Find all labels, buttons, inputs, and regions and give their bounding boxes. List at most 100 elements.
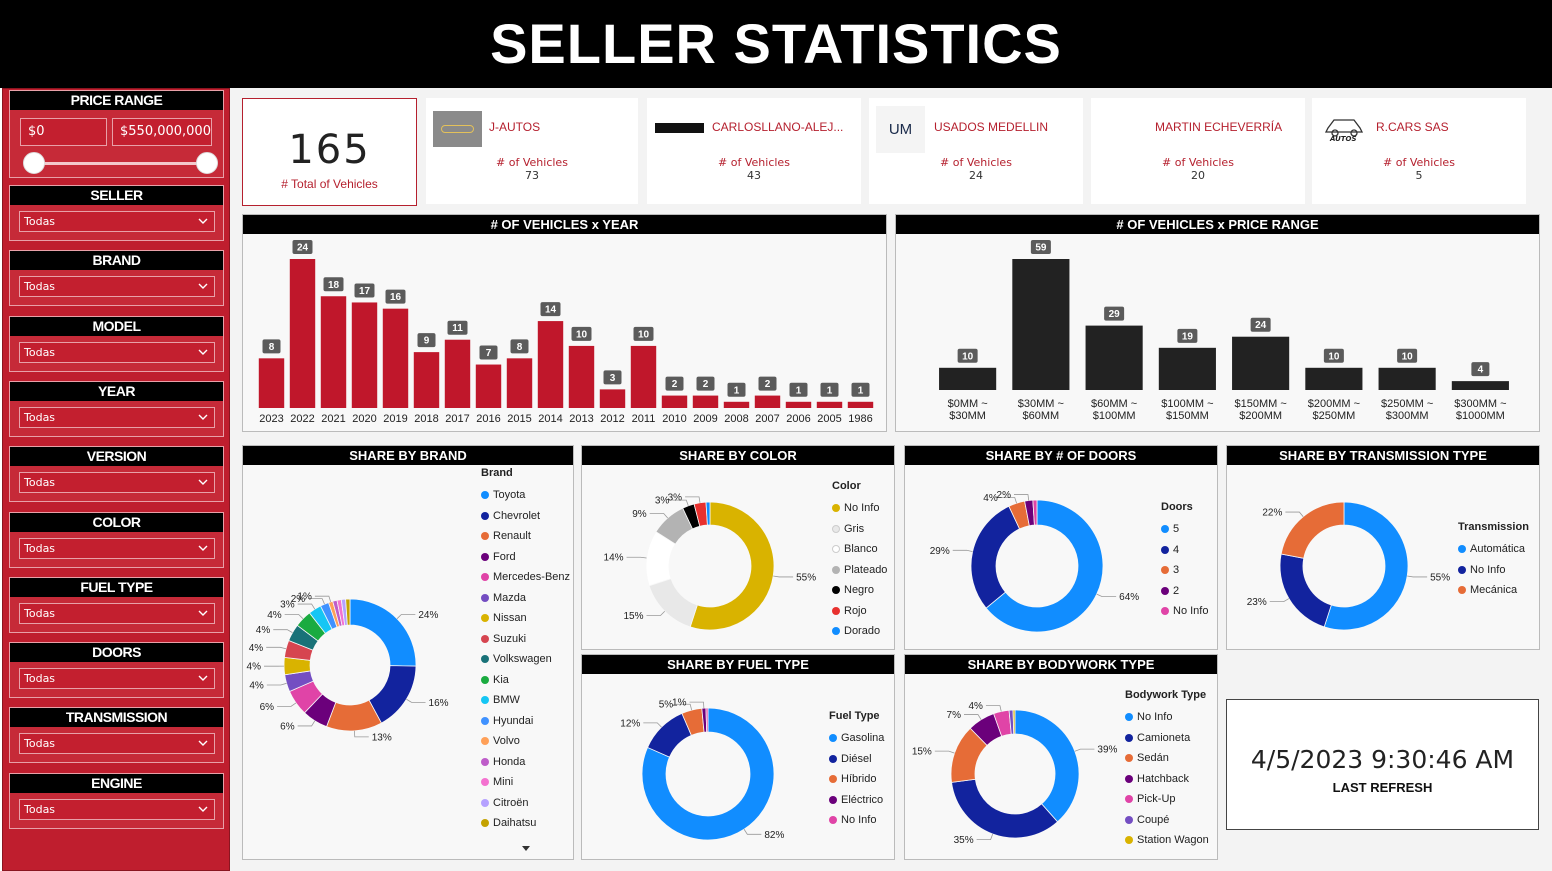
legend-item[interactable]: 5 — [1161, 519, 1208, 540]
filter-dropdown[interactable]: Todas — [19, 733, 215, 755]
bar[interactable] — [816, 401, 843, 408]
legend-item[interactable]: Ford — [481, 547, 570, 568]
legend-item[interactable]: Gasolina — [829, 728, 884, 749]
legend-item[interactable]: Pick-Up — [1125, 789, 1209, 810]
filter-dropdown[interactable]: Todas — [19, 276, 215, 298]
legend-item[interactable]: 4 — [1161, 540, 1208, 561]
legend-item[interactable]: Nissan — [481, 608, 570, 629]
seller-card-2[interactable]: CARLOSLLANO-ALEJ... # of Vehicles 43 — [647, 98, 861, 204]
filter-dropdown[interactable]: Todas — [19, 537, 215, 559]
bar[interactable] — [661, 395, 688, 408]
seller-card-1[interactable]: J-AUTOS # of Vehicles 73 — [426, 98, 638, 204]
legend-item[interactable]: Eléctrico — [829, 790, 884, 811]
legend-item[interactable]: Mini — [481, 772, 570, 793]
donut-slice[interactable] — [1280, 501, 1345, 559]
legend-item[interactable]: 2 — [1161, 581, 1208, 602]
price-min-input[interactable]: $0 — [20, 118, 107, 146]
legend-item[interactable]: Suzuki — [481, 629, 570, 650]
filter-dropdown[interactable]: Todas — [19, 798, 215, 820]
bar[interactable] — [785, 401, 812, 408]
bar[interactable] — [382, 308, 409, 408]
legend-item[interactable]: Plateado — [832, 560, 887, 581]
legend-item[interactable]: Renault — [481, 526, 570, 547]
legend-item[interactable]: Volvo — [481, 731, 570, 752]
legend-item[interactable]: Negro — [832, 580, 887, 601]
bar[interactable] — [1232, 336, 1290, 390]
donut-slice[interactable] — [1014, 709, 1080, 823]
legend-item[interactable]: Mercedes-Benz — [481, 567, 570, 588]
bar[interactable] — [1158, 347, 1216, 390]
bar[interactable] — [599, 389, 626, 408]
bar[interactable] — [475, 364, 502, 408]
donut-slice[interactable] — [1279, 553, 1332, 628]
legend-item[interactable]: Hatchback — [1125, 769, 1209, 790]
legend-item[interactable]: Mazda — [481, 588, 570, 609]
legend-item[interactable]: Volkswagen — [481, 649, 570, 670]
legend-item[interactable]: Daihatsu — [481, 813, 570, 834]
price-slider-track[interactable] — [26, 162, 210, 165]
legend-item[interactable]: No Info — [829, 810, 884, 831]
legend-item[interactable]: No Info — [1458, 560, 1529, 581]
legend-item[interactable]: Diésel — [829, 749, 884, 770]
legend-item[interactable]: Mecánica — [1458, 580, 1529, 601]
legend-scroll-down-icon[interactable] — [522, 846, 530, 851]
legend-item[interactable]: No Info — [832, 498, 887, 519]
price-slider-max-handle[interactable] — [196, 152, 218, 174]
bar[interactable] — [1305, 367, 1363, 390]
legend-item[interactable]: Citroën — [481, 793, 570, 814]
seller-card-5[interactable]: AUTOS R.CARS SAS # of Vehicles 5 — [1312, 98, 1526, 204]
legend-item[interactable]: Toyota — [481, 485, 570, 506]
filter-dropdown[interactable]: Todas — [19, 668, 215, 690]
filter-dropdown[interactable]: Todas — [19, 602, 215, 624]
bar[interactable] — [630, 345, 657, 408]
filter-dropdown[interactable]: Todas — [19, 211, 215, 232]
bar[interactable] — [723, 401, 750, 408]
donut-slice[interactable] — [648, 578, 698, 628]
legend-item[interactable]: 3 — [1161, 560, 1208, 581]
legend-item[interactable]: Hyundai — [481, 711, 570, 732]
bar[interactable] — [1378, 367, 1436, 390]
legend-item[interactable]: Kia — [481, 670, 570, 691]
legend-item[interactable]: Híbrido — [829, 769, 884, 790]
price-slider-min-handle[interactable] — [23, 152, 45, 174]
bar[interactable] — [1085, 325, 1143, 390]
legend-item[interactable]: Rojo — [832, 601, 887, 622]
bar[interactable] — [537, 321, 564, 408]
filter-dropdown[interactable]: Todas — [19, 341, 215, 363]
bar[interactable] — [939, 367, 997, 390]
legend-item[interactable]: No Info — [1125, 707, 1209, 728]
bar[interactable] — [506, 358, 533, 408]
bar[interactable] — [413, 352, 440, 408]
legend-item[interactable]: Coupé — [1125, 810, 1209, 831]
donut-slice[interactable] — [1012, 709, 1016, 735]
legend-item[interactable]: Dorado — [832, 621, 887, 642]
legend-item[interactable]: BMW — [481, 690, 570, 711]
donut-slice[interactable] — [705, 707, 709, 733]
bar[interactable] — [320, 296, 347, 408]
price-max-input[interactable]: $550,000,000 — [112, 118, 212, 146]
legend-item[interactable]: Automática — [1458, 539, 1529, 560]
legend-item[interactable]: Sedán — [1125, 748, 1209, 769]
legend-item[interactable]: Station Wagon — [1125, 830, 1209, 851]
bar[interactable] — [444, 339, 471, 408]
bar[interactable] — [289, 259, 316, 408]
bar[interactable] — [754, 395, 781, 408]
filter-dropdown[interactable]: Todas — [19, 406, 215, 428]
bar[interactable] — [258, 358, 285, 408]
legend-item[interactable]: Chevrolet — [481, 506, 570, 527]
legend-item[interactable]: Gris — [832, 519, 887, 540]
legend-item[interactable]: Honda — [481, 752, 570, 773]
seller-card-3[interactable]: UM USADOS MEDELLIN # of Vehicles 24 — [869, 98, 1083, 204]
bar[interactable] — [351, 302, 378, 408]
bar[interactable] — [568, 345, 595, 408]
seller-card-4[interactable]: MARTIN ECHEVERRÍA # of Vehicles 20 — [1091, 98, 1305, 204]
filter-dropdown[interactable]: Todas — [19, 472, 215, 494]
donut-slice[interactable] — [349, 598, 417, 667]
bar[interactable] — [692, 395, 719, 408]
bar[interactable] — [1451, 381, 1509, 390]
donut-slice[interactable] — [951, 778, 1059, 839]
bar[interactable] — [1012, 259, 1070, 390]
bar[interactable] — [847, 401, 874, 408]
legend-item[interactable]: No Info — [1161, 601, 1208, 622]
donut-slice[interactable] — [970, 505, 1021, 609]
